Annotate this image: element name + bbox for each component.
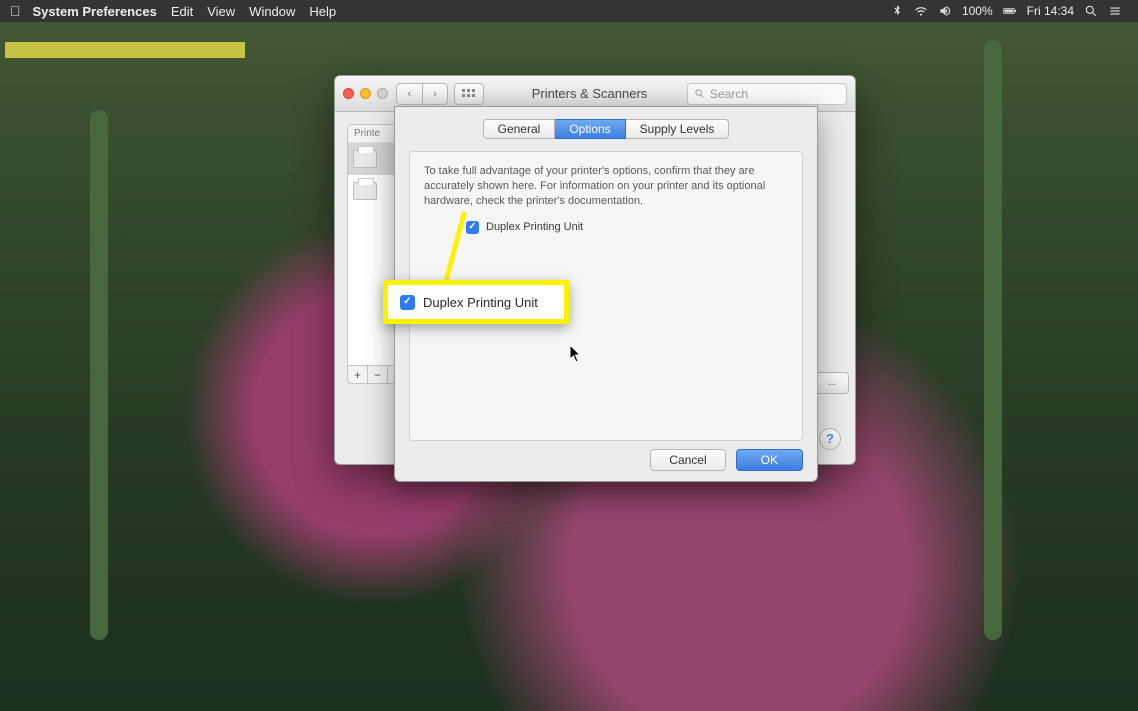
forward-button: › (422, 83, 448, 105)
printer-icon (353, 182, 377, 200)
options-description: To take full advantage of your printer's… (424, 164, 788, 209)
sheet-tabs: General Options Supply Levels (395, 119, 817, 139)
apple-menu-icon[interactable]:  (10, 3, 21, 19)
menu-help[interactable]: Help (309, 4, 336, 19)
back-button[interactable]: ‹ (396, 83, 422, 105)
show-all-button[interactable] (454, 83, 484, 105)
cancel-button[interactable]: Cancel (650, 449, 725, 471)
battery-percent: 100% (962, 4, 993, 18)
tab-supply-levels[interactable]: Supply Levels (626, 119, 730, 139)
tab-general[interactable]: General (483, 119, 556, 139)
ok-button[interactable]: OK (736, 449, 803, 471)
minimize-window-button[interactable] (360, 88, 371, 99)
duplex-checkbox-zoom (400, 295, 415, 310)
spotlight-icon[interactable] (1084, 4, 1098, 18)
menu-window[interactable]: Window (249, 4, 295, 19)
tab-options[interactable]: Options (555, 119, 625, 139)
window-title: Printers & Scanners (492, 86, 687, 101)
app-name[interactable]: System Preferences (33, 4, 157, 19)
remove-printer-button[interactable]: − (368, 366, 388, 383)
menu-edit[interactable]: Edit (171, 4, 193, 19)
printer-icon (353, 150, 377, 168)
annotation-callout: Duplex Printing Unit (383, 280, 569, 324)
zoom-window-button (377, 88, 388, 99)
search-field[interactable]: Search (687, 83, 847, 105)
search-icon (694, 88, 705, 99)
bluetooth-icon[interactable] (890, 4, 904, 18)
menu-bar:  System Preferences Edit View Window He… (0, 0, 1138, 22)
duplex-checkbox[interactable] (466, 221, 479, 234)
add-printer-button[interactable]: + (348, 366, 368, 383)
help-button[interactable]: ? (819, 428, 841, 450)
notification-center-icon[interactable] (1108, 4, 1122, 18)
duplex-checkbox-label: Duplex Printing Unit (486, 221, 583, 233)
annotation-highlight-bar (5, 42, 245, 58)
options-popup-button[interactable]: ... (815, 372, 849, 394)
mouse-cursor (570, 345, 582, 363)
search-placeholder: Search (710, 87, 748, 101)
grid-icon (462, 89, 476, 99)
menu-view[interactable]: View (207, 4, 235, 19)
close-window-button[interactable] (343, 88, 354, 99)
wifi-icon[interactable] (914, 4, 928, 18)
duplex-label-zoom: Duplex Printing Unit (423, 295, 538, 310)
clock[interactable]: Fri 14:34 (1027, 4, 1074, 18)
volume-icon[interactable] (938, 4, 952, 18)
battery-icon[interactable] (1003, 4, 1017, 18)
